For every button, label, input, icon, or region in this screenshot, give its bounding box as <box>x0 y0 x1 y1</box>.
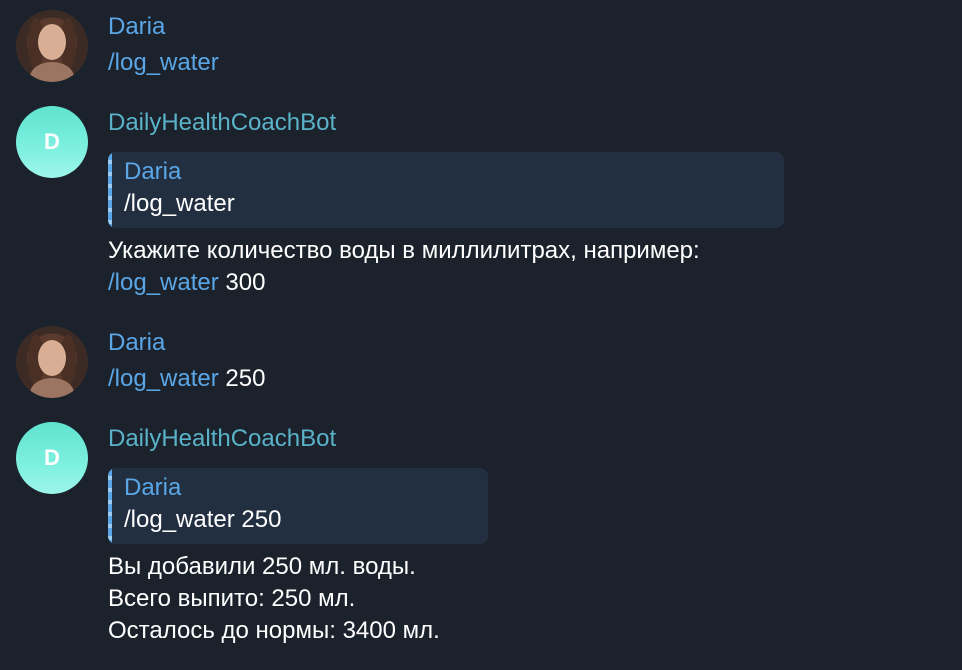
sender-name[interactable]: Daria <box>108 327 165 359</box>
message-text: /log_water 250 <box>108 363 265 395</box>
message-text: /log_water <box>108 47 219 79</box>
reply-quote[interactable]: Daria /log_water 250 <box>108 468 488 544</box>
sender-name[interactable]: DailyHealthCoachBot <box>108 423 336 455</box>
message-example: /log_water 300 <box>108 267 265 299</box>
command-link[interactable]: /log_water <box>108 269 219 296</box>
message-text: Укажите количество воды в миллилитрах, н… <box>108 237 700 264</box>
quote-text: /log_water <box>124 190 235 217</box>
bot-avatar-letter: D <box>44 445 60 470</box>
quote-bar <box>108 152 112 228</box>
command-arg: 250 <box>218 365 266 392</box>
quote-text: /log_water 250 <box>124 506 282 533</box>
message-text-line: Всего выпито: 250 мл. <box>108 585 356 612</box>
sender-name[interactable]: Daria <box>108 11 165 43</box>
bot-avatar[interactable]: D <box>16 106 88 178</box>
user-avatar[interactable] <box>16 326 88 398</box>
sender-name[interactable]: DailyHealthCoachBot <box>108 107 336 139</box>
message-text-line: Осталось до нормы: 3400 мл. <box>108 617 440 644</box>
quote-author: Daria <box>124 158 182 185</box>
command-link[interactable]: /log_water <box>108 365 219 392</box>
command-arg: 300 <box>218 269 266 296</box>
bot-avatar[interactable]: D <box>16 422 88 494</box>
quote-bar <box>108 468 112 544</box>
message-text-line: Вы добавили 250 мл. воды. <box>108 553 416 580</box>
command-link[interactable]: /log_water <box>108 49 219 76</box>
quote-author: Daria <box>124 474 182 501</box>
bot-avatar-letter: D <box>44 129 60 154</box>
user-avatar[interactable] <box>16 10 88 82</box>
reply-quote[interactable]: Daria /log_water <box>108 152 784 228</box>
